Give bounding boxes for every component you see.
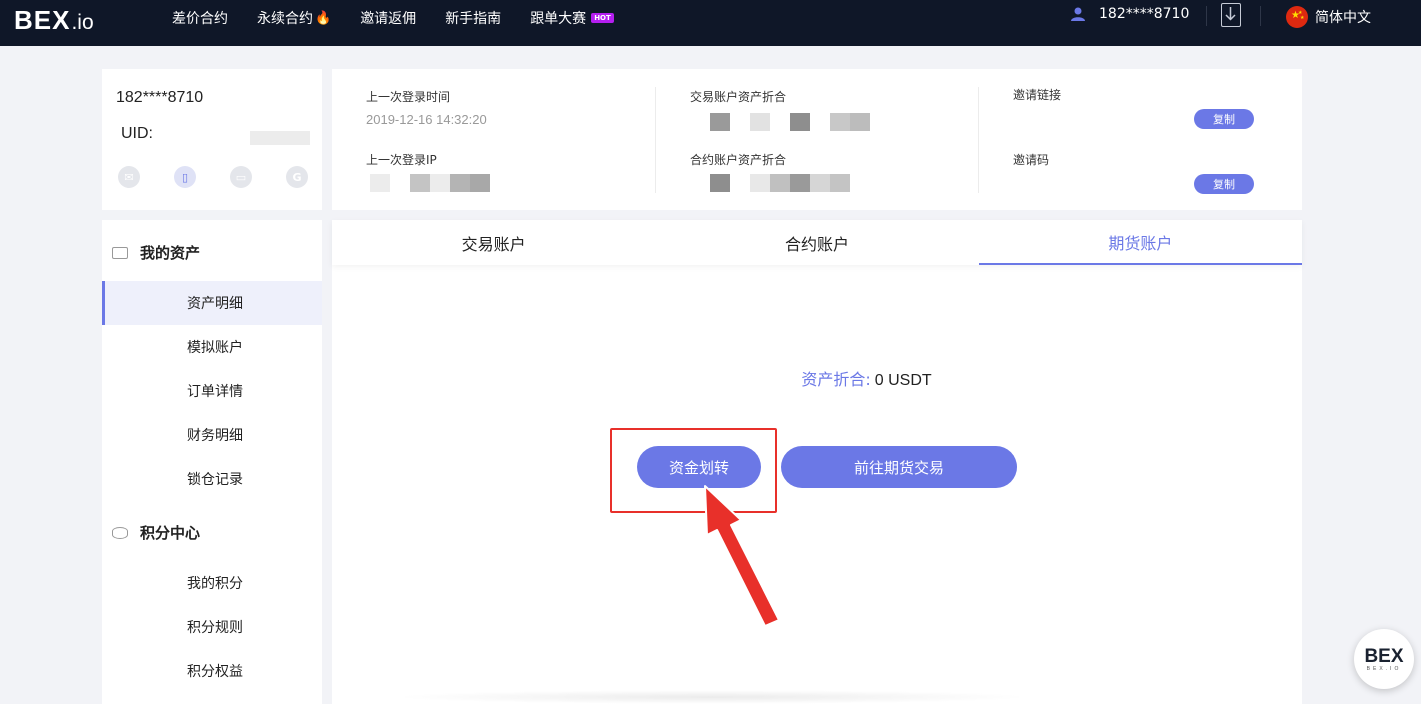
bex-logo[interactable]: BEX .io (14, 5, 94, 37)
profile-card: 182****8710 UID: ✉ ▯ ▭ G (102, 69, 322, 210)
sidebar-item-my-points[interactable]: 我的积分 (102, 561, 322, 605)
asset-balance: 资产折合: 0 USDT (332, 366, 1401, 390)
sidebar-item-lock-records[interactable]: 锁仓记录 (102, 457, 322, 501)
sidebar-item-demo-account[interactable]: 模拟账户 (102, 325, 322, 369)
last-login-ip-label: 上一次登录IP (366, 153, 437, 167)
hot-badge: HOT (591, 13, 614, 23)
nav-guide[interactable]: 新手指南 (445, 8, 501, 28)
sidebar-item-points-benefits[interactable]: 积分权益 (102, 649, 322, 693)
last-login-time-label: 上一次登录时间 (366, 90, 451, 104)
user-menu[interactable]: 182****8710 (1070, 6, 1189, 22)
sidebar-item-order-details[interactable]: 订单详情 (102, 369, 322, 413)
copy-invite-code-button[interactable]: 复制 (1194, 174, 1254, 194)
last-login-time-value: 2019-12-16 14:32:20 (366, 112, 487, 127)
phone-icon[interactable]: ▯ (174, 166, 196, 188)
floating-bex-logo[interactable]: BEX BEX.IO (1354, 629, 1414, 689)
sidebar-item-points-rules[interactable]: 积分规则 (102, 605, 322, 649)
invite-code-label: 邀请码 (1013, 153, 1050, 167)
nav-cfd[interactable]: 差价合约 (172, 8, 228, 28)
tab-trade-account[interactable]: 交易账户 (332, 220, 655, 265)
mail-icon[interactable]: ✉ (118, 166, 140, 188)
points-section-title: 积分中心 (112, 522, 200, 543)
column-divider (978, 87, 979, 193)
main-nav: 差价合约 永续合约 🔥 邀请返佣 新手指南 跟单大赛 HOT (172, 0, 643, 36)
sidebar: 我的资产 资产明细 模拟账户 订单详情 财务明细 锁仓记录 积分中心 我的积分 … (102, 220, 322, 704)
go-futures-trading-button[interactable]: 前往期货交易 (781, 446, 1017, 488)
user-icon (1071, 7, 1085, 21)
china-flag-icon: ★ ★ ★ (1286, 6, 1308, 28)
coins-icon (112, 526, 128, 539)
uid-label: UID: (121, 125, 153, 142)
balance-label: 资产折合: (801, 370, 871, 389)
top-nav-bar: BEX .io 差价合约 永续合约 🔥 邀请返佣 新手指南 跟单大赛 HOT 182*… (0, 0, 1421, 46)
main-panel: 交易账户 合约账户 期货账户 资产折合: 0 USDT 资金划转 前往期货交易 (332, 220, 1302, 704)
google-icon[interactable]: G (286, 166, 308, 188)
account-tabs: 交易账户 合约账户 期货账户 (332, 220, 1302, 265)
contract-assets-label: 合约账户资产折合 (690, 153, 787, 167)
invite-link-label: 邀请链接 (1013, 88, 1062, 102)
copy-invite-link-button[interactable]: 复制 (1194, 109, 1254, 129)
tab-futures-account[interactable]: 期货账户 (978, 220, 1302, 265)
nav-divider (1260, 6, 1261, 26)
download-icon[interactable] (1221, 3, 1241, 27)
binding-icons: ✉ ▯ ▭ G (118, 166, 342, 188)
nav-copy-contest[interactable]: 跟单大赛 HOT (530, 8, 614, 28)
card-icon[interactable]: ▭ (230, 166, 252, 188)
sidebar-item-asset-details[interactable]: 资产明细 (102, 281, 322, 325)
language-selector[interactable]: ★ ★ ★ 简体中文 (1286, 6, 1371, 28)
uid-value-masked (250, 131, 310, 145)
user-phone: 182****8710 (1099, 6, 1190, 22)
fire-icon: 🔥 (315, 10, 332, 26)
annotation-highlight-box (610, 428, 777, 513)
nav-perpetual[interactable]: 永续合约 🔥 (257, 8, 331, 28)
profile-phone: 182****8710 (116, 89, 204, 106)
wallet-icon (112, 246, 128, 259)
sidebar-item-finance-details[interactable]: 财务明细 (102, 413, 322, 457)
column-divider (655, 87, 656, 193)
balance-value: 0 USDT (874, 372, 932, 389)
nav-divider (1206, 6, 1207, 26)
assets-section-title: 我的资产 (112, 242, 200, 263)
bottom-shadow (392, 690, 1032, 704)
tab-contract-account[interactable]: 合约账户 (655, 220, 978, 265)
account-info-card: 上一次登录时间 2019-12-16 14:32:20 上一次登录IP 交易账户… (332, 69, 1302, 210)
trade-assets-label: 交易账户资产折合 (690, 90, 787, 104)
nav-referral[interactable]: 邀请返佣 (360, 8, 416, 28)
